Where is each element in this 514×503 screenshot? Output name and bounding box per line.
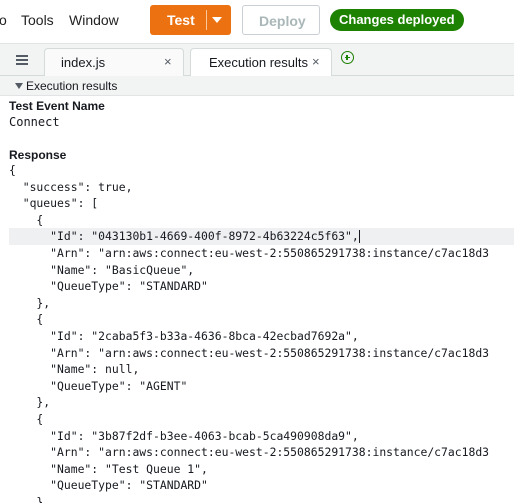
code-line: "success": true,	[9, 179, 514, 196]
code-line: "Id": "3b87f2df-b3ee-4063-bcab-5ca490908…	[9, 428, 514, 445]
code-line-text: "Name": "Test Queue 1",	[9, 461, 208, 476]
code-line-text: "QueueType": "AGENT"	[9, 378, 188, 393]
code-line: "QueueType": "STANDARD"	[9, 278, 514, 295]
code-line: "QueueType": "AGENT"	[9, 378, 514, 395]
code-line-text: {	[9, 163, 16, 177]
code-line-text: "QueueType": "STANDARD"	[9, 478, 208, 493]
execution-results-panel: Test Event Name Connect Response { "succ…	[0, 96, 514, 503]
code-line-text: {	[9, 411, 44, 426]
tab-label: Execution results	[209, 55, 308, 70]
code-line-text: "queues": [	[9, 196, 99, 211]
close-icon[interactable]: ×	[164, 54, 172, 69]
code-line-text: "Arn": "arn:aws:connect:eu-west-2:550865…	[9, 245, 490, 260]
code-line-text: "Arn": "arn:aws:connect:eu-west-2:550865…	[9, 445, 490, 460]
test-button[interactable]: Test	[150, 5, 231, 35]
code-line: "Arn": "arn:aws:connect:eu-west-2:550865…	[9, 345, 514, 362]
response-json[interactable]: { "success": true, "queues": [ { "Id": "…	[9, 162, 514, 503]
code-line: {	[9, 411, 514, 428]
code-line: "Name": "Test Queue 1",	[9, 461, 514, 478]
test-button-divider	[206, 10, 207, 30]
code-line: {	[9, 212, 514, 229]
status-badge: Changes deployed	[330, 9, 464, 31]
add-tab-icon[interactable]	[341, 51, 354, 64]
menu-item-go[interactable]: o	[0, 12, 7, 28]
execution-results-header[interactable]: Execution results	[0, 76, 514, 96]
code-line: },	[9, 295, 514, 312]
tab-execution-results[interactable]: Execution results ×	[190, 48, 332, 76]
code-line: "queues": [	[9, 195, 514, 212]
code-line-text: {	[9, 212, 44, 227]
event-name-value: Connect	[9, 115, 60, 129]
code-line: {	[9, 162, 514, 179]
menu-item-tools[interactable]: Tools	[21, 12, 54, 28]
code-line-text: "Name": "BasicQueue",	[9, 262, 195, 277]
code-line: "Arn": "arn:aws:connect:eu-west-2:550865…	[9, 245, 514, 262]
code-line-text: "success": true,	[9, 179, 133, 194]
code-line-text: },	[9, 395, 51, 410]
deploy-button[interactable]: Deploy	[242, 5, 320, 35]
code-line-text: "Arn": "arn:aws:connect:eu-west-2:550865…	[9, 345, 490, 360]
code-line: "Id": "2caba5f3-b33a-4636-8bca-42ecbad76…	[9, 328, 514, 345]
code-line-text: },	[9, 494, 51, 503]
code-line: "Name": null,	[9, 361, 514, 378]
tab-index-js[interactable]: index.js ×	[44, 48, 184, 76]
collapse-triangle-icon[interactable]	[15, 83, 23, 89]
chevron-down-icon[interactable]	[212, 17, 222, 23]
code-line: "QueueType": "STANDARD"	[9, 477, 514, 494]
menu-item-window[interactable]: Window	[69, 12, 119, 28]
deploy-button-label: Deploy	[259, 13, 306, 29]
code-line: "Arn": "arn:aws:connect:eu-west-2:550865…	[9, 444, 514, 461]
top-toolbar: o Tools Window Test Deploy Changes deplo…	[0, 0, 514, 41]
text-cursor	[358, 230, 360, 244]
code-line-text: "Id": "3b87f2df-b3ee-4063-bcab-5ca490908…	[9, 428, 359, 443]
code-line: {	[9, 311, 514, 328]
code-line-text: },	[9, 295, 51, 310]
code-line-text: "Id": "2caba5f3-b33a-4636-8bca-42ecbad76…	[9, 328, 359, 343]
code-line-text: "Name": null,	[9, 362, 140, 377]
editor-tab-bar: index.js × Execution results ×	[0, 43, 514, 76]
code-line-text: "Id": "043130b1-4669-400f-8972-4b63224c5…	[9, 229, 359, 244]
test-button-label: Test	[167, 12, 195, 28]
code-line-text: "QueueType": "STANDARD"	[9, 279, 208, 294]
section-title: Execution results	[26, 79, 118, 93]
code-line: },	[9, 494, 514, 503]
response-label: Response	[9, 148, 67, 162]
code-line-text: {	[9, 312, 44, 327]
code-line: },	[9, 394, 514, 411]
code-line: "Id": "043130b1-4669-400f-8972-4b63224c5…	[9, 228, 514, 245]
code-line: "Name": "BasicQueue",	[9, 262, 514, 279]
close-icon[interactable]: ×	[312, 54, 320, 69]
file-list-icon[interactable]	[16, 55, 28, 65]
event-name-label: Test Event Name	[9, 99, 105, 113]
tab-label: index.js	[61, 55, 106, 70]
